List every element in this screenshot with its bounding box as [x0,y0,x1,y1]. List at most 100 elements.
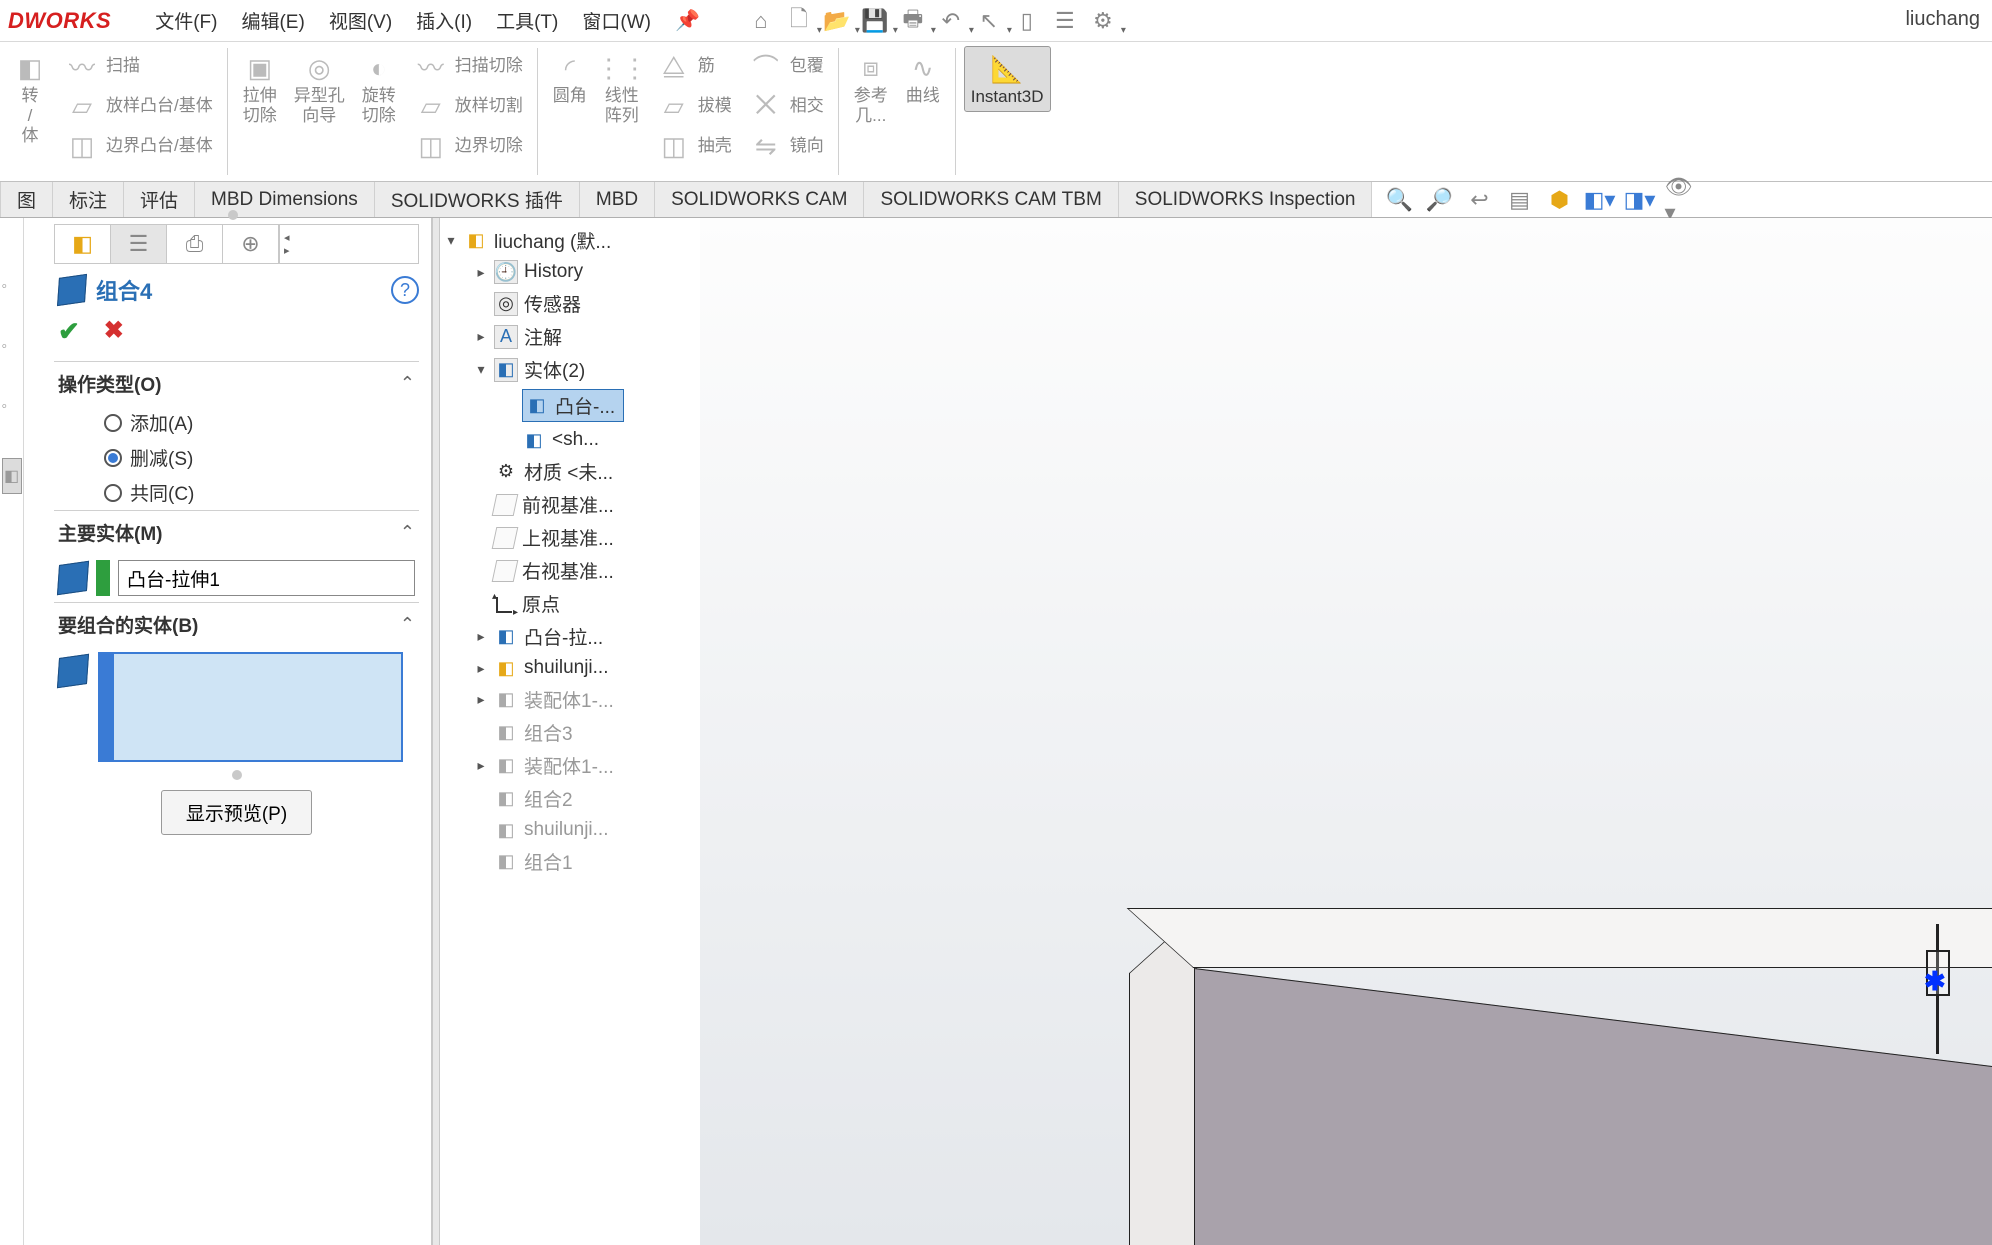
print-icon[interactable]: 🖶▾ [896,4,930,38]
ribbon-instant3d[interactable]: 📐Instant3D [964,46,1051,112]
cancel-button[interactable]: ✖ [104,316,124,347]
ribbon-sweep-cut[interactable]: 〰扫描切除 [407,46,529,86]
ribbon-shell[interactable]: ◫抽壳 [650,126,738,166]
tree-assembly-1a[interactable]: ▸◧装配体1-... [440,683,700,716]
tree-bodies-folder[interactable]: ▾◧实体(2) [440,353,700,386]
ok-button[interactable]: ✔ [58,316,80,347]
settings-icon[interactable]: ⚙▾ [1086,4,1120,38]
pm-tab-dimxpert[interactable]: ⊕ [223,225,279,263]
rebuild-icon[interactable]: ▯ [1010,4,1044,38]
section-main-body[interactable]: 主要实体(M) ⌃ [54,511,419,554]
vstrip-icon-3[interactable]: ◦ [2,398,22,418]
vstrip-icon-1[interactable]: ◦ [2,278,22,298]
radio-add[interactable]: 添加(A) [54,405,419,440]
prev-view-icon[interactable]: ↩ [1464,185,1494,215]
hide-show-icon[interactable]: ◨▾ [1624,185,1654,215]
tree-shuilunji-2[interactable]: ◧shuilunji... [440,815,700,845]
undo-icon[interactable]: ↶▾ [934,4,968,38]
open-icon[interactable]: 📂▾ [820,4,854,38]
ribbon-extrude-cut[interactable]: ▣拉伸 切除 [236,46,284,130]
home-icon[interactable]: ⌂ [744,4,778,38]
ribbon-boundary-cut[interactable]: ◫边界切除 [407,126,529,166]
show-preview-button[interactable]: 显示预览(P) [161,790,312,835]
ribbon-draft[interactable]: ▱拔模 [650,86,738,126]
panel-splitter[interactable] [432,218,440,1245]
tree-origin[interactable]: ▴▸原点 [440,587,700,620]
display-style-icon[interactable]: ◧▾ [1584,185,1614,215]
select-icon[interactable]: ↖▾ [972,4,1006,38]
zoom-area-icon[interactable]: 🔎 [1424,185,1454,215]
tree-body-2[interactable]: ◧<sh... [440,425,700,455]
ribbon-linear-pattern[interactable]: ⋮⋮线性 阵列 [598,46,646,130]
menu-view[interactable]: 视图(V) [319,3,402,38]
appearance-icon[interactable]: 👁▾ [1664,185,1694,215]
tab-cam[interactable]: SOLIDWORKS CAM [655,182,864,217]
pm-tab-feature-tree[interactable]: ◧ [55,225,111,263]
tab-addins[interactable]: SOLIDWORKS 插件 [375,182,580,217]
section-bodies-to-combine[interactable]: 要组合的实体(B) ⌃ [54,603,419,646]
tree-combine-3[interactable]: ◧组合3 [440,716,700,749]
ribbon-wrap[interactable]: ⌒包覆 [742,46,830,86]
ribbon-curves[interactable]: ∿曲线 [899,46,947,110]
list-resize-dot[interactable] [232,770,242,780]
main-body-input[interactable] [118,560,415,596]
menu-tools[interactable]: 工具(T) [486,3,568,38]
tree-combine-1[interactable]: ◧组合1 [440,845,700,878]
radio-common[interactable]: 共同(C) [54,475,419,510]
ribbon-boundary[interactable]: ◫边界凸台/基体 [58,126,219,166]
tree-history[interactable]: ▸🕘History [440,257,700,287]
tree-right-plane[interactable]: 右视基准... [440,554,700,587]
section-operation-type[interactable]: 操作类型(O) ⌃ [54,362,419,405]
ribbon-loft-cut[interactable]: ▱放样切割 [407,86,529,126]
zoom-fit-icon[interactable]: 🔍 [1384,185,1414,215]
tree-assembly-1b[interactable]: ▸◧装配体1-... [440,749,700,782]
menu-file[interactable]: 文件(F) [145,3,227,38]
tab-mbd[interactable]: MBD [580,182,655,217]
tab-sketch[interactable]: 图 [0,182,53,217]
vstrip-icon-active[interactable]: ◧ [2,458,22,494]
pm-tab-config[interactable]: ⎙ [167,225,223,263]
tree-material[interactable]: ⚙材质 <未... [440,455,700,488]
pin-icon[interactable]: 📌 [665,8,710,33]
ribbon-unknown-left[interactable]: ◧转/体 [6,46,54,150]
help-icon[interactable]: ? [391,276,419,304]
tree-combine-2[interactable]: ◧组合2 [440,782,700,815]
tree-annotations[interactable]: ▸A注解 [440,320,700,353]
tree-front-plane[interactable]: 前视基准... [440,488,700,521]
ribbon-revolve-cut[interactable]: ◐旋转 切除 [355,46,403,130]
tree-body-1[interactable]: ◧凸台-... [440,386,700,425]
ribbon-intersect[interactable]: ⨉相交 [742,86,830,126]
ribbon-hole-wizard[interactable]: ◎异型孔 向导 [288,46,351,130]
ribbon-rib[interactable]: ⧋筋 [650,46,738,86]
ribbon-ref-geom[interactable]: ⧈参考 几... [847,46,895,130]
section-view-icon[interactable]: ▤ [1504,185,1534,215]
tree-extrude-feature[interactable]: ▸◧凸台-拉... [440,620,700,653]
tree-shuilunji-1[interactable]: ▸◧shuilunji... [440,653,700,683]
menu-insert[interactable]: 插入(I) [406,3,482,38]
ribbon-fillet[interactable]: ◜圆角 [546,46,594,110]
pm-tab-property-manager[interactable]: ☰ [111,225,167,263]
ribbon-loft[interactable]: ▱放样凸台/基体 [58,86,219,126]
tab-annotate[interactable]: 标注 [53,182,124,217]
menu-window[interactable]: 窗口(W) [572,3,661,38]
ribbon-sweep[interactable]: 〰扫描 [58,46,219,86]
tab-mbd-dimensions[interactable]: MBD Dimensions [195,182,375,217]
new-icon[interactable]: 🗋▾ [782,4,816,38]
bodies-selection-list[interactable] [112,652,403,762]
ribbon-mirror[interactable]: ⇋镜向 [742,126,830,166]
menu-edit[interactable]: 编辑(E) [231,3,314,38]
tab-cam-tbm[interactable]: SOLIDWORKS CAM TBM [864,182,1118,217]
save-icon[interactable]: 💾▾ [858,4,892,38]
view-orientation-icon[interactable]: ⬢ [1544,185,1574,215]
vstrip-icon-2[interactable]: ◦ [2,338,22,358]
panel-resize-dot[interactable] [228,210,238,220]
tab-inspection[interactable]: SOLIDWORKS Inspection [1119,182,1373,217]
pm-tab-overflow[interactable]: ◂▸ [279,225,294,263]
tab-evaluate[interactable]: 评估 [124,182,195,217]
3d-viewport[interactable]: ✱ [700,218,1992,1245]
tree-top-plane[interactable]: 上视基准... [440,521,700,554]
tree-root[interactable]: ▾◧liuchang (默... [440,224,700,257]
list-icon[interactable]: ☰ [1048,4,1082,38]
radio-subtract[interactable]: 删减(S) [54,440,419,475]
tree-sensors[interactable]: ◎传感器 [440,287,700,320]
